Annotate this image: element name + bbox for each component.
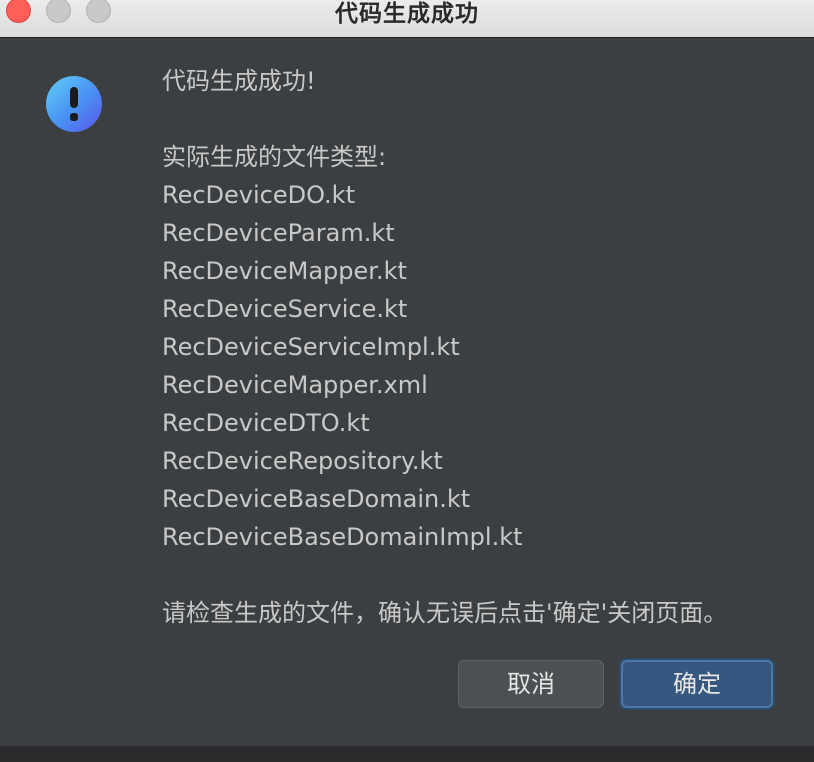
ok-button[interactable]: 确定 bbox=[621, 660, 773, 708]
message-heading: 代码生成成功! bbox=[162, 67, 316, 95]
file-name: RecDeviceServiceImpl.kt bbox=[162, 333, 460, 361]
file-name: RecDeviceDTO.kt bbox=[162, 409, 370, 437]
file-name: RecDeviceBaseDomain.kt bbox=[162, 485, 471, 513]
file-name: RecDeviceBaseDomainImpl.kt bbox=[162, 523, 523, 551]
file-name: RecDeviceMapper.kt bbox=[162, 257, 407, 285]
window-title: 代码生成成功 bbox=[335, 1, 479, 27]
file-types-label: 实际生成的文件类型: bbox=[162, 143, 387, 171]
file-name: RecDeviceRepository.kt bbox=[162, 447, 443, 475]
message-body: 代码生成成功! 实际生成的文件类型: RecDeviceDO.kt RecDev… bbox=[162, 62, 802, 632]
cancel-button[interactable]: 取消 bbox=[458, 660, 604, 708]
file-name: RecDeviceService.kt bbox=[162, 295, 408, 323]
file-name: RecDeviceMapper.xml bbox=[162, 371, 428, 399]
footer-instruction: 请检查生成的文件，确认无误后点击'确定'关闭页面。 bbox=[162, 599, 728, 627]
file-name: RecDeviceParam.kt bbox=[162, 219, 395, 247]
window-bottom-edge bbox=[0, 746, 814, 762]
dialog-window: 代码生成成功 代码生成成功! 实际生成的文件类型: RecDeviceDO.kt… bbox=[0, 0, 814, 762]
file-name: RecDeviceDO.kt bbox=[162, 181, 355, 209]
title-bar: 代码生成成功 bbox=[0, 0, 814, 38]
exclamation-icon bbox=[46, 76, 102, 132]
